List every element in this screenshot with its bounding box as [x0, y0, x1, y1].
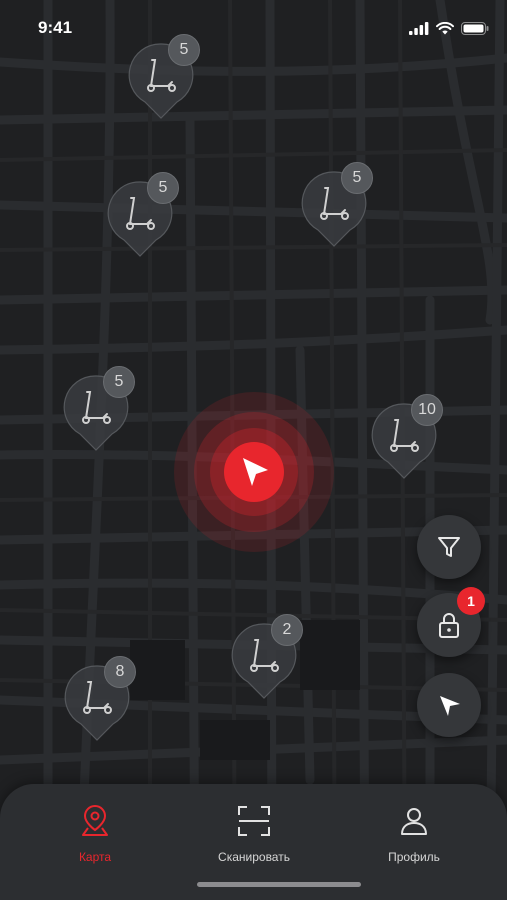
filter-icon [438, 537, 460, 557]
battery-icon [461, 21, 489, 35]
pin-count-badge: 5 [341, 162, 373, 194]
scooter-cluster-pin[interactable]: 5 [301, 162, 373, 250]
pin-count-badge: 8 [104, 656, 136, 688]
lock-button[interactable]: 1 [417, 587, 485, 657]
tab-profile[interactable]: Профиль [349, 804, 479, 864]
user-location-marker[interactable] [172, 390, 336, 554]
tab-scan[interactable]: Сканировать [189, 804, 319, 864]
map-pin-icon [82, 804, 108, 836]
wifi-icon [436, 21, 454, 34]
lock-count-badge: 1 [457, 587, 485, 615]
navigation-arrow-icon [440, 696, 460, 716]
scooter-cluster-pin[interactable]: 5 [128, 34, 200, 122]
scooter-cluster-pin[interactable]: 8 [64, 656, 136, 744]
pin-count-badge: 5 [103, 366, 135, 398]
profile-icon [401, 808, 427, 835]
location-pulse [174, 392, 334, 552]
pin-count-badge: 2 [271, 614, 303, 646]
tab-map-label: Карта [78, 850, 112, 864]
scan-icon [238, 806, 270, 836]
scooter-cluster-pin[interactable]: 5 [63, 366, 135, 454]
status-bar: 9:41 [0, 0, 507, 60]
pin-count-badge: 5 [168, 34, 200, 66]
scooter-cluster-pin[interactable]: 5 [107, 172, 179, 260]
scooter-cluster-pin[interactable]: 10 [371, 394, 443, 482]
tab-map[interactable]: Карта [30, 804, 160, 864]
filter-button[interactable] [417, 515, 481, 579]
tab-scan-label: Сканировать [218, 850, 290, 864]
scooter-cluster-pin[interactable]: 2 [231, 614, 303, 702]
pin-count-badge: 5 [147, 172, 179, 204]
locate-me-button[interactable] [417, 673, 481, 737]
tab-profile-label: Профиль [388, 850, 440, 864]
status-icons [409, 20, 489, 36]
pin-count-badge: 10 [411, 394, 443, 426]
home-indicator [197, 882, 361, 887]
lock-icon [439, 613, 459, 638]
status-time: 9:41 [38, 18, 73, 37]
signal-icon [409, 21, 429, 35]
